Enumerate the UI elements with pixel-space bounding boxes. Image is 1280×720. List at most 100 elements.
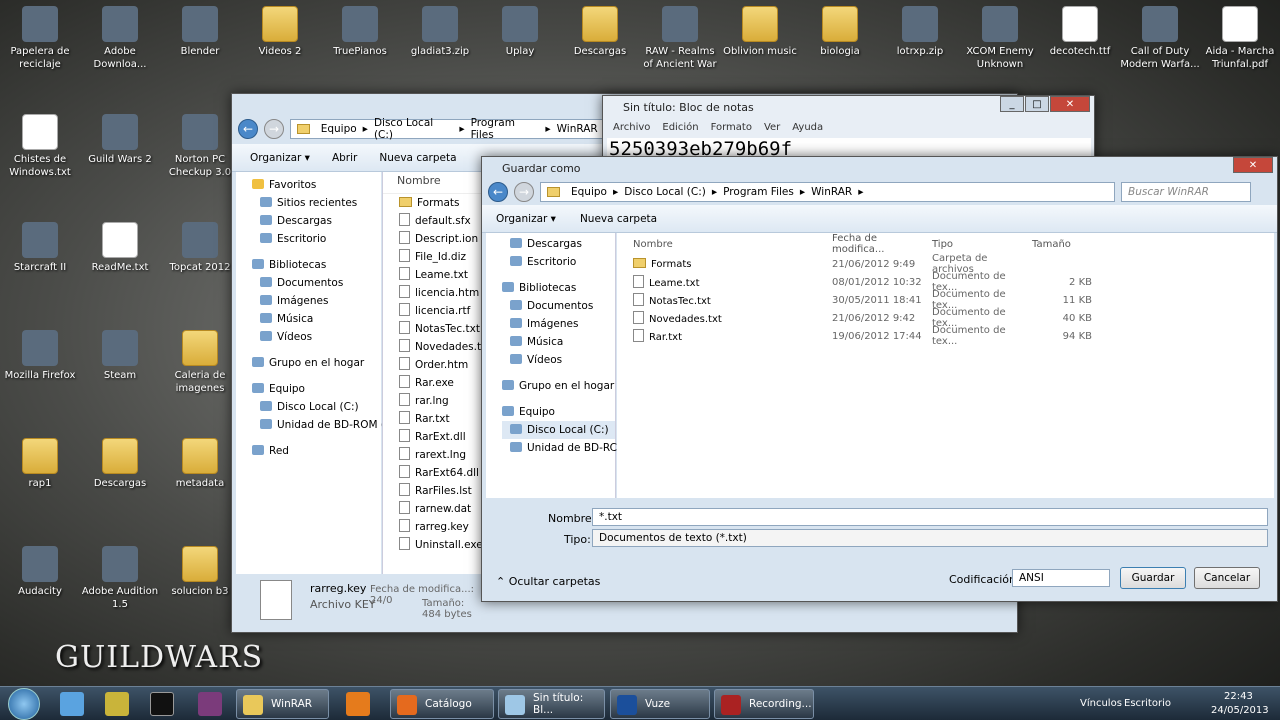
- nav-item[interactable]: Sitios recientes: [252, 194, 381, 212]
- crumb[interactable]: Program Files: [471, 117, 540, 141]
- desktop-icon[interactable]: Norton PC Checkup 3.0: [160, 114, 240, 179]
- desktop-icon[interactable]: Aida - Marcha Triunfal.pdf: [1200, 6, 1280, 71]
- column-header[interactable]: Nombre: [617, 239, 832, 250]
- links-toolbar[interactable]: Vínculos: [1080, 698, 1122, 709]
- desktop-icon[interactable]: Descargas: [560, 6, 640, 58]
- column-header[interactable]: Fecha de modifica...: [832, 233, 932, 255]
- file-row[interactable]: Formats: [399, 194, 482, 212]
- desktop-icon[interactable]: Oblivion music: [720, 6, 800, 58]
- file-row[interactable]: rarnew.dat: [399, 500, 482, 518]
- clock-date[interactable]: 24/05/2013: [1211, 705, 1269, 716]
- app-icon[interactable]: [105, 692, 129, 716]
- desktop-icon[interactable]: RAW - Realms of Ancient War: [640, 6, 720, 71]
- file-row[interactable]: Descript.ion: [399, 230, 482, 248]
- nav-item[interactable]: Equipo: [502, 403, 615, 421]
- task-vuze[interactable]: Vuze: [610, 689, 710, 719]
- file-row[interactable]: RarFiles.lst: [399, 482, 482, 500]
- menu-item[interactable]: Ayuda: [792, 122, 823, 133]
- nav-item[interactable]: Descargas: [502, 235, 615, 253]
- nav-item[interactable]: Disco Local (C:): [502, 421, 615, 439]
- nav-item[interactable]: Bibliotecas: [502, 279, 615, 297]
- file-row[interactable]: Order.htm: [399, 356, 482, 374]
- task-recording[interactable]: Recording...: [714, 689, 814, 719]
- column-header[interactable]: Tamaño: [1032, 239, 1092, 250]
- crumb[interactable]: Disco Local (C:): [624, 186, 706, 198]
- desktop-toolbar[interactable]: Escritorio: [1124, 698, 1171, 709]
- desktop-icon[interactable]: Blender: [160, 6, 240, 58]
- nav-item[interactable]: Unidad de BD-ROM (E:): [252, 416, 399, 434]
- file-row[interactable]: Rar.exe: [399, 374, 482, 392]
- nav-item[interactable]: Vídeos: [252, 328, 381, 346]
- file-row[interactable]: Novedades.txt: [399, 338, 491, 356]
- task-notepad[interactable]: Sin título: Bl...: [498, 689, 605, 719]
- file-row[interactable]: Leame.txt: [399, 266, 482, 284]
- cmd-icon[interactable]: [150, 692, 174, 716]
- desktop-icon[interactable]: TruePianos: [320, 6, 400, 58]
- encoding-select[interactable]: ANSI: [1012, 569, 1110, 587]
- nav-item[interactable]: Música: [252, 310, 381, 328]
- nav-item[interactable]: Red: [252, 442, 381, 460]
- close-button[interactable]: ✕: [1233, 157, 1273, 173]
- file-row[interactable]: File_Id.diz: [399, 248, 482, 266]
- organize-button[interactable]: Organizar ▾: [250, 152, 310, 164]
- back-icon[interactable]: ←: [488, 182, 508, 202]
- desktop-icon[interactable]: Adobe Audition 1.5: [80, 546, 160, 611]
- new-folder-button[interactable]: Nueva carpeta: [580, 213, 657, 225]
- desktop-icon[interactable]: gladiat3.zip: [400, 6, 480, 58]
- crumb[interactable]: Equipo: [571, 186, 607, 198]
- nav-item[interactable]: Escritorio: [252, 230, 381, 248]
- desktop-icon[interactable]: Topcat 2012: [160, 222, 240, 274]
- file-row[interactable]: licencia.htm: [399, 284, 482, 302]
- desktop-icon[interactable]: Chistes de Windows.txt: [0, 114, 80, 179]
- open-button[interactable]: Abrir: [332, 152, 357, 164]
- organize-button[interactable]: Organizar ▾: [496, 213, 556, 225]
- desktop-icon[interactable]: solucion b3: [160, 546, 240, 598]
- back-icon[interactable]: ←: [238, 119, 258, 139]
- crumb[interactable]: Program Files: [723, 186, 794, 198]
- file-row[interactable]: Rar.txt: [399, 410, 482, 428]
- nav-item[interactable]: Grupo en el hogar: [502, 377, 615, 395]
- save-button[interactable]: Guardar: [1120, 567, 1186, 589]
- task-catalogo[interactable]: Catálogo: [390, 689, 494, 719]
- desktop-icon[interactable]: ReadMe.txt: [80, 222, 160, 274]
- nav-item[interactable]: Música: [502, 333, 615, 351]
- menu-item[interactable]: Formato: [711, 122, 752, 133]
- desktop-icon[interactable]: decotech.ttf: [1040, 6, 1120, 58]
- nav-item[interactable]: Imágenes: [502, 315, 615, 333]
- nav-item[interactable]: Unidad de BD-RC: [502, 439, 617, 457]
- desktop-icon[interactable]: Uplay: [480, 6, 560, 58]
- menu-item[interactable]: Ver: [764, 122, 780, 133]
- minimize-button[interactable]: _: [1000, 96, 1024, 112]
- nav-item[interactable]: Documentos: [252, 274, 381, 292]
- file-row[interactable]: rar.lng: [399, 392, 482, 410]
- nav-item[interactable]: Descargas: [252, 212, 381, 230]
- crumb[interactable]: Disco Local (C:): [374, 117, 453, 141]
- nav-item[interactable]: Escritorio: [502, 253, 615, 271]
- nav-item[interactable]: Favoritos: [252, 176, 381, 194]
- address-bar[interactable]: Equipo ▸ Disco Local (C:) ▸ Program Files ▸…: [290, 117, 610, 141]
- desktop-icon[interactable]: biologia: [800, 6, 880, 58]
- file-row[interactable]: NotasTec.txt: [399, 320, 482, 338]
- task-winrar[interactable]: WinRAR: [236, 689, 329, 719]
- search-input[interactable]: Buscar WinRAR: [1121, 182, 1251, 202]
- desktop-icon[interactable]: Call of Duty Modern Warfa...: [1120, 6, 1200, 71]
- desktop-icon[interactable]: Audacity: [0, 546, 80, 598]
- clock-time[interactable]: 22:43: [1224, 691, 1253, 702]
- desktop-icon[interactable]: Papelera de reciclaje: [0, 6, 80, 71]
- file-row[interactable]: rarext.lng: [399, 446, 482, 464]
- desktop-icon[interactable]: Starcraft II: [0, 222, 80, 274]
- column-name[interactable]: Nombre: [383, 172, 482, 194]
- desktop-icon[interactable]: Mozilla Firefox: [0, 330, 80, 382]
- file-row[interactable]: licencia.rtf: [399, 302, 482, 320]
- nav-item[interactable]: Documentos: [502, 297, 615, 315]
- nav-item[interactable]: Disco Local (C:): [252, 398, 381, 416]
- desktop-icon[interactable]: Videos 2: [240, 6, 320, 58]
- column-header[interactable]: Tipo: [932, 239, 1032, 250]
- cancel-button[interactable]: Cancelar: [1194, 567, 1260, 589]
- nav-item[interactable]: Equipo: [252, 380, 381, 398]
- nav-item[interactable]: Vídeos: [502, 351, 615, 369]
- nav-item[interactable]: Imágenes: [252, 292, 381, 310]
- file-row[interactable]: RarExt.dll: [399, 428, 482, 446]
- desktop-icon[interactable]: Caleria de imagenes: [160, 330, 240, 395]
- crumb[interactable]: WinRAR: [557, 123, 598, 135]
